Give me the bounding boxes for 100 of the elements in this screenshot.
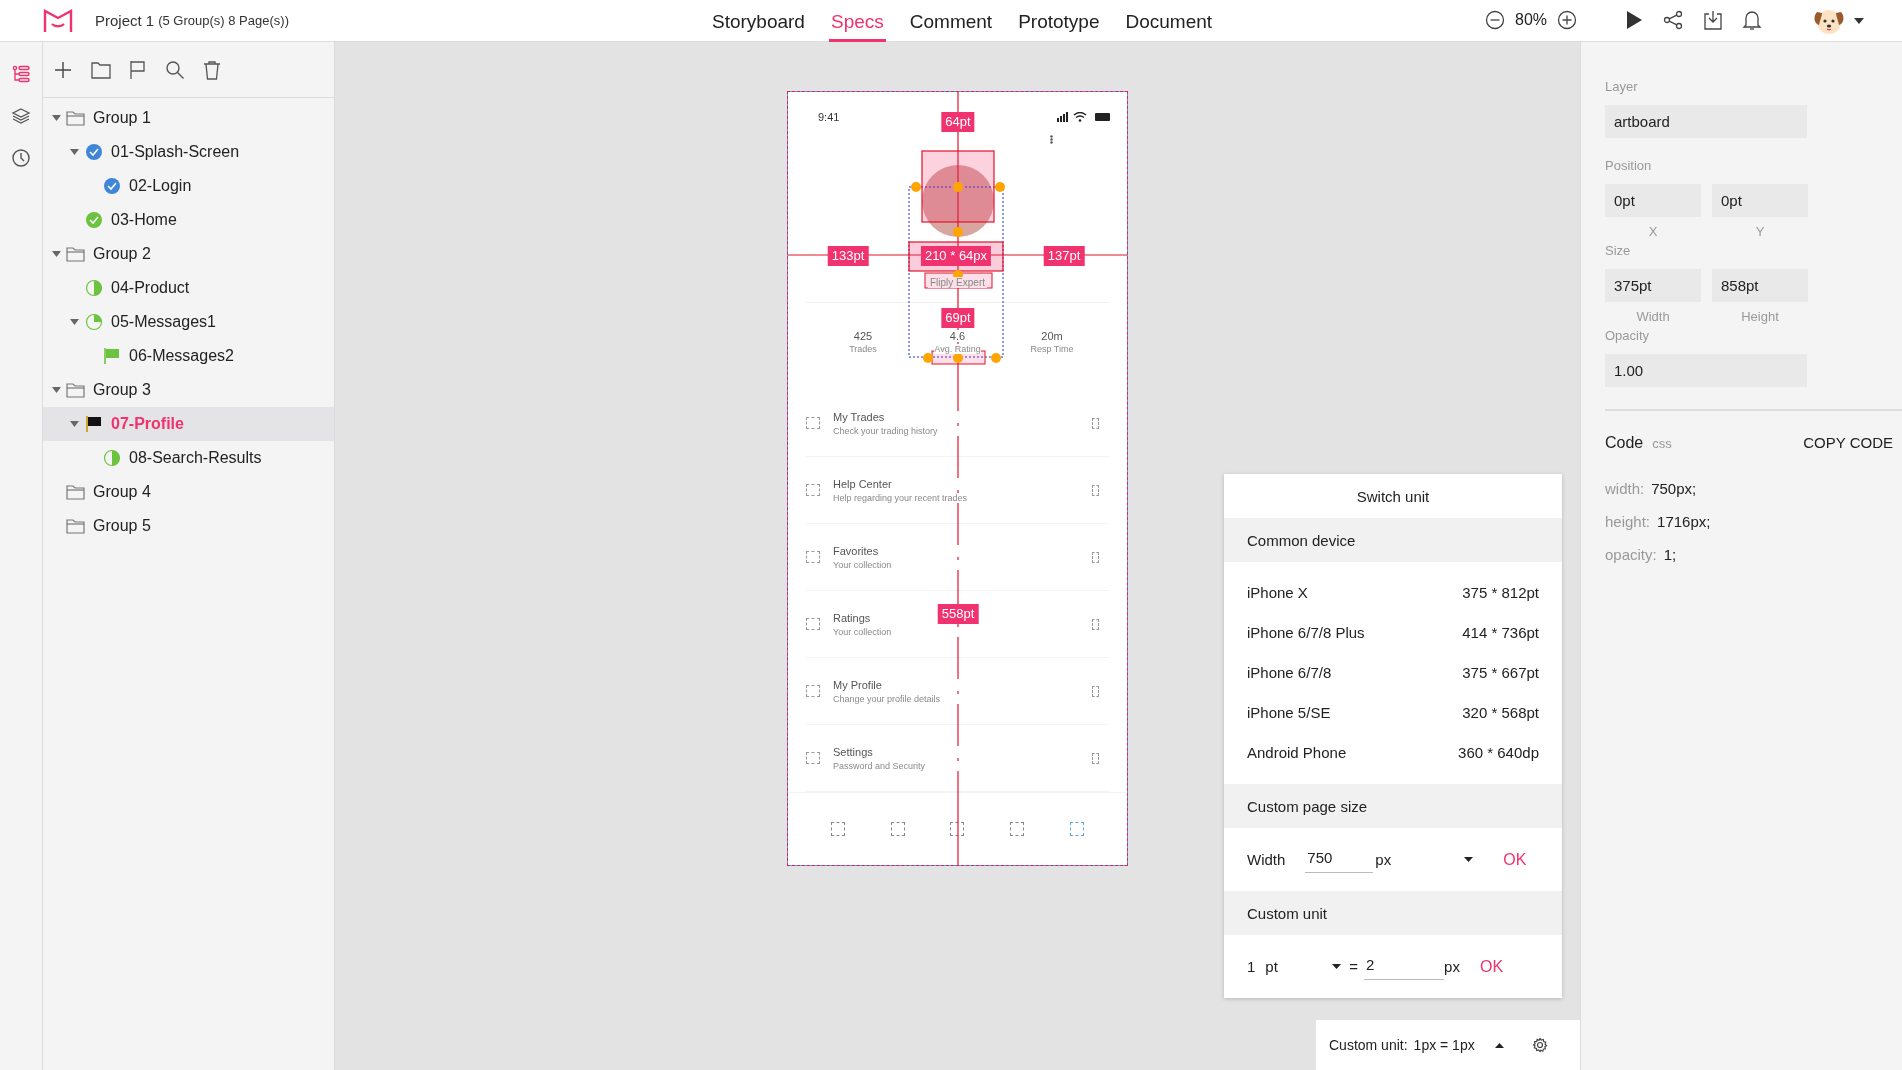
flag-icon [85, 415, 103, 433]
caret-down-icon[interactable] [51, 251, 61, 257]
width-input[interactable]: 750 [1305, 846, 1374, 873]
search-icon[interactable] [165, 59, 185, 80]
status-icons-drawing [1057, 112, 1113, 122]
tree-item[interactable]: 02-Login [43, 169, 334, 203]
code-property: width: [1605, 480, 1645, 499]
device-name: iPhone X [1247, 583, 1308, 601]
device-name: iPhone 6/7/8 [1247, 663, 1332, 681]
code-property: opacity: [1605, 546, 1657, 565]
caret-down-icon[interactable] [51, 387, 61, 393]
measure-label: 137pt [1043, 246, 1085, 266]
share-icon[interactable] [1662, 9, 1684, 31]
nav-tab[interactable]: Prototype [1016, 0, 1102, 42]
copy-code-button[interactable]: COPY CODE [1803, 434, 1893, 451]
ok-button[interactable]: OK [1479, 957, 1504, 976]
caret-down-icon[interactable] [69, 319, 79, 325]
measure-label: 558pt [937, 604, 979, 624]
menu-row[interactable]: My Profile Change your profile details [806, 658, 1109, 725]
tab-bar-icon[interactable] [1070, 822, 1085, 836]
project-summary: (5 Group(s) 8 Page(s)) [158, 13, 289, 28]
y-field: 0pt [1712, 184, 1808, 217]
equals-sign: = [1349, 958, 1359, 975]
nav-tab[interactable]: Comment [907, 0, 995, 42]
clock-icon[interactable] [9, 146, 33, 170]
popup-title: Switch unit [1355, 486, 1431, 507]
tree-item[interactable]: 05-Messages1 [43, 305, 334, 339]
device-size: 360 * 640dp [1458, 743, 1539, 761]
device-option[interactable]: iPhone 6/7/8 Plus 414 * 736pt [1224, 612, 1562, 652]
quarter-circle-icon [85, 313, 103, 331]
bell-icon[interactable] [1742, 9, 1762, 31]
stat-label: Resp Time [1030, 344, 1074, 354]
stat-label: Avg. Rating [934, 344, 981, 354]
measure-label: 64pt [941, 112, 975, 132]
plus-icon[interactable] [53, 59, 73, 80]
tree-item[interactable]: 08-Search-Results [43, 441, 334, 475]
menu-row[interactable]: Favorites Your collection [806, 524, 1109, 591]
folder-icon [66, 518, 86, 534]
folder-icon [66, 382, 86, 398]
tab-bar-icon[interactable] [950, 822, 965, 836]
device-option[interactable]: iPhone 5/SE 320 * 568pt [1224, 692, 1562, 732]
field-label: Width [1247, 851, 1286, 868]
code-title: Code [1605, 434, 1644, 452]
tree-item[interactable]: Group 5 [43, 509, 334, 543]
caret-down-icon[interactable] [51, 115, 61, 121]
device-name: iPhone 6/7/8 Plus [1247, 623, 1365, 641]
ok-button[interactable]: OK [1503, 850, 1527, 869]
folder-icon[interactable] [91, 60, 111, 79]
nav-tab[interactable]: Document [1123, 0, 1215, 42]
section-header: Custom unit [1224, 891, 1562, 935]
zoom-in-icon[interactable] [1557, 10, 1578, 30]
code-property: height: [1605, 513, 1651, 532]
caret-icon[interactable] [1854, 18, 1864, 24]
trash-icon[interactable] [203, 59, 221, 80]
menu-row[interactable]: Settings Password and Security [806, 725, 1109, 792]
chevron-icon [1092, 484, 1099, 496]
tree-item[interactable]: 03-Home [43, 203, 334, 237]
zoom-out-icon[interactable] [1485, 10, 1505, 30]
download-icon[interactable] [1702, 9, 1724, 31]
tree-item[interactable]: 06-Messages2 [43, 339, 334, 373]
unit-dropdown[interactable]: px [1375, 851, 1474, 868]
nav-tab[interactable]: Storyboard [710, 0, 807, 42]
tree-item[interactable]: Group 2 [43, 237, 334, 271]
device-option[interactable]: iPhone 6/7/8 375 * 667pt [1224, 652, 1562, 692]
device-size: 375 * 667pt [1462, 663, 1539, 681]
caret-down-icon[interactable] [69, 149, 79, 155]
unit-value-input[interactable]: 2 [1364, 953, 1445, 980]
menu-row[interactable]: Help Center Help regarding your recent trades [806, 457, 1109, 524]
tree-item[interactable]: 04-Product [43, 271, 334, 305]
width-field: 375pt [1605, 269, 1701, 302]
tree-item[interactable]: Group 3 [43, 373, 334, 407]
code-value: 750px; [1651, 480, 1697, 499]
unit-dropdown[interactable]: pt [1265, 958, 1342, 975]
placeholder-icon [806, 551, 820, 563]
caret-up-icon[interactable] [1494, 1042, 1504, 1048]
more-icon[interactable] [1050, 135, 1053, 144]
device-option[interactable]: Android Phone 360 * 640dp [1224, 732, 1562, 772]
check-circle-icon [103, 177, 121, 195]
flag-icon[interactable] [129, 59, 147, 80]
zoom-level: 80% [1515, 11, 1548, 29]
device-option[interactable]: iPhone X 375 * 812pt [1224, 572, 1562, 612]
tab-bar-icon[interactable] [890, 822, 905, 836]
field-label: Opacity [1605, 328, 1651, 345]
tab-bar-icon[interactable] [1010, 822, 1025, 836]
tree-item[interactable]: 01-Splash-Screen [43, 135, 334, 169]
caret-down-icon[interactable] [69, 421, 79, 427]
field-caption: X [1647, 224, 1659, 239]
tree-item[interactable]: Group 1 [43, 101, 334, 135]
layer-field: artboard [1605, 105, 1807, 138]
stat-label: Trades [849, 344, 877, 354]
tab-bar-icon[interactable] [830, 822, 845, 836]
tree-item[interactable]: Group 4 [43, 475, 334, 509]
status-time: 9:41 [818, 111, 840, 123]
unit-bar-label: Custom unit: [1329, 1037, 1408, 1053]
play-icon[interactable] [1624, 9, 1644, 31]
menu-row[interactable]: My Trades Check your trading history [806, 390, 1109, 457]
settings-icon[interactable] [1531, 1037, 1548, 1053]
field-caption: Width [1635, 309, 1671, 324]
code-value: 1716px; [1657, 513, 1711, 532]
chevron-icon [1092, 752, 1099, 764]
